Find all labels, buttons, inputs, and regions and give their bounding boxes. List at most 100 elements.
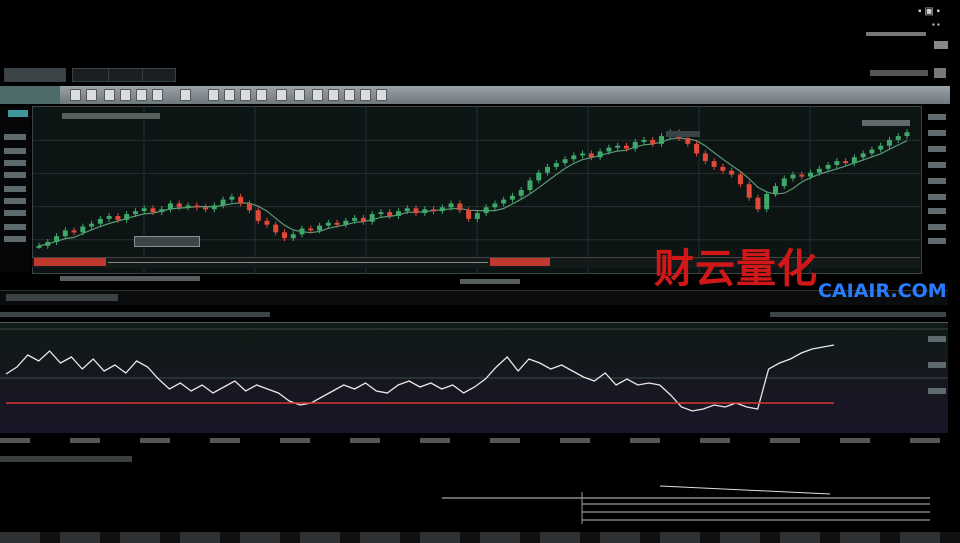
left-axis-label [4, 224, 26, 230]
oscillator-time-axis [0, 438, 940, 443]
candle-body [308, 228, 314, 231]
candle-body [229, 196, 235, 200]
left-axis-label [4, 198, 26, 204]
candle-body [869, 149, 875, 154]
x-axis-strip-2 [460, 279, 520, 284]
peak-annotation-label [666, 131, 700, 137]
candle-body [141, 208, 147, 212]
candle-body [606, 147, 612, 152]
candle-body [290, 234, 296, 239]
tab-3[interactable] [108, 68, 144, 82]
candle-body [97, 218, 103, 224]
toolbar-button-8[interactable] [208, 89, 219, 101]
candle-body [781, 178, 787, 187]
tab-1[interactable] [4, 68, 66, 82]
candle-body [360, 217, 366, 222]
window-controls-row2[interactable]: ▪ ▪ [932, 20, 940, 29]
candle-body [54, 236, 60, 242]
candle-body [334, 222, 340, 225]
candle-body [816, 168, 822, 173]
candle-body [711, 161, 717, 167]
oscillator-panel[interactable] [0, 322, 948, 433]
candle-body [115, 215, 121, 220]
toolbar-button-7[interactable] [180, 89, 191, 101]
tab-4[interactable] [142, 68, 176, 82]
candle-body [483, 207, 489, 214]
candle-body [904, 132, 910, 137]
toolbar-button-4[interactable] [120, 89, 131, 101]
left-axis-label [4, 236, 26, 242]
range-slider-left-handle[interactable] [34, 258, 106, 266]
candle-body [395, 211, 401, 216]
candle-body [439, 207, 445, 212]
candle-body [597, 151, 603, 158]
right-axis-label [928, 238, 946, 244]
left-panel-header[interactable] [8, 110, 28, 117]
candle-body [466, 210, 472, 219]
tab-2[interactable] [72, 68, 110, 82]
header-status-bar [866, 32, 926, 36]
candle-body [45, 241, 51, 246]
candle-body [562, 159, 568, 164]
toolbar-button-1[interactable] [70, 89, 81, 101]
indicator-pane-title[interactable] [6, 294, 118, 301]
candle-body [685, 138, 691, 144]
candle-body [492, 203, 498, 208]
toolbar-button-13[interactable] [294, 89, 305, 101]
candle-body [659, 136, 665, 144]
symbol-panel[interactable] [0, 86, 60, 104]
toolbar-button-17[interactable] [360, 89, 371, 101]
candle-body [36, 245, 42, 248]
toolbar-button-10[interactable] [240, 89, 251, 101]
watermark-english: CAIAIR.COM [818, 280, 947, 302]
candle-body [404, 208, 410, 212]
header-status-icon[interactable] [934, 41, 948, 49]
candle-body [834, 161, 840, 165]
toolbar-button-16[interactable] [344, 89, 355, 101]
toolbar-button-11[interactable] [256, 89, 267, 101]
order-panel[interactable] [440, 484, 940, 528]
candle-body [264, 220, 270, 225]
candle-body [185, 205, 191, 208]
candle-body [422, 209, 428, 214]
toolbar-button-18[interactable] [376, 89, 387, 101]
chart-legend-bar [62, 113, 160, 119]
candle-body [553, 163, 559, 167]
candle-body [694, 143, 700, 154]
right-axis-label [928, 224, 946, 230]
toolbar-button-2[interactable] [86, 89, 97, 101]
header-right-button[interactable] [934, 68, 946, 78]
candle-body [615, 145, 621, 148]
candle-body [194, 205, 200, 208]
watermark-chinese: 财云量化 [654, 246, 818, 292]
candle-body [895, 136, 901, 140]
left-axis-label [4, 172, 26, 178]
toolbar-button-6[interactable] [152, 89, 163, 101]
toolbar-button-5[interactable] [136, 89, 147, 101]
candle-body [211, 205, 217, 210]
candle-body [343, 220, 349, 225]
main-toolbar [0, 86, 950, 104]
price-annotation-label[interactable] [134, 236, 200, 247]
candle-body [273, 224, 279, 233]
candle-body [299, 228, 305, 235]
indicator-params-bar [0, 312, 270, 317]
candle-body [702, 153, 708, 162]
oscillator-chart[interactable] [0, 323, 948, 433]
right-axis-label [928, 388, 946, 394]
toolbar-button-15[interactable] [328, 89, 339, 101]
range-slider-right-handle[interactable] [490, 258, 550, 266]
left-axis-label [4, 160, 26, 166]
candle-body [238, 196, 244, 204]
candle-body [159, 209, 165, 213]
toolbar-button-3[interactable] [104, 89, 115, 101]
right-axis-label [928, 208, 946, 214]
candle-body [886, 139, 892, 146]
toolbar-button-14[interactable] [312, 89, 323, 101]
window-controls[interactable]: ▪ ▣ ▪ [918, 6, 940, 17]
candle-body [62, 230, 68, 237]
toolbar-button-12[interactable] [276, 89, 287, 101]
candle-body [80, 226, 86, 233]
right-axis-label [928, 130, 946, 136]
toolbar-button-9[interactable] [224, 89, 235, 101]
